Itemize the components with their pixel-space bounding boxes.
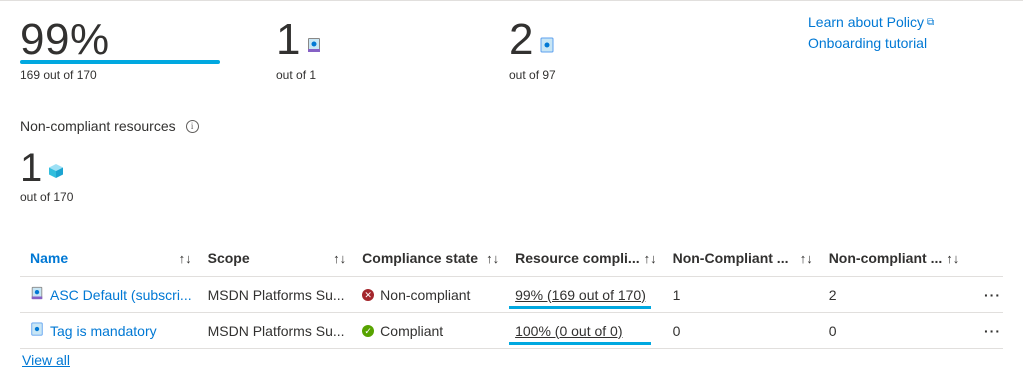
column-header-compliance-state[interactable]: Compliance state ↑↓ [352, 240, 506, 277]
overall-compliance-value: 99% [20, 15, 110, 64]
resource-compliance-value[interactable]: 99% (169 out of 170) [515, 287, 646, 303]
external-link-icon: ⧉ [926, 17, 935, 28]
overall-compliance-tile: 99% [20, 18, 110, 62]
compliance-table: Name ↑↓ Scope ↑↓ Compliance state ↑↓ Resour… [20, 240, 1003, 349]
sort-icon[interactable]: ↑↓ [486, 251, 499, 266]
table-row[interactable]: ASC Default (subscri... MSDN Platforms S… [20, 276, 1003, 313]
overall-compliance-bar [20, 60, 220, 64]
policies-value: 2 [509, 15, 534, 64]
help-links: Learn about Policy ⧉ Onboarding tutorial [808, 12, 934, 54]
noncompliant-sub: out of 170 [20, 190, 74, 204]
resource-compliance-value[interactable]: 100% (0 out of 0) [515, 323, 622, 339]
learn-about-policy-link[interactable]: Learn about Policy ⧉ [808, 12, 934, 33]
policies-tile: 2 out of 97 [509, 15, 556, 83]
cell-noncompliant-policies: 0 [818, 312, 966, 349]
learn-link-label: Learn about Policy [808, 14, 924, 30]
column-header-name[interactable]: Name ↑↓ [20, 240, 198, 277]
noncompliant-value: 1 [20, 146, 43, 190]
table-header-row: Name ↑↓ Scope ↑↓ Compliance state ↑↓ Resour… [20, 240, 1003, 277]
resource-compliance-bar [509, 306, 652, 309]
cell-noncompliant-policies: 2 [818, 276, 966, 313]
cell-scope: MSDN Platforms Su... [197, 276, 353, 313]
error-icon: ✕ [362, 288, 375, 301]
checkmark-icon: ✓ [362, 324, 375, 337]
view-all-link[interactable]: View all [22, 352, 70, 368]
row-name-link[interactable]: Tag is mandatory [50, 323, 157, 339]
more-actions-icon[interactable]: ··· [965, 276, 1003, 313]
column-header-scope[interactable]: Scope ↑↓ [197, 240, 353, 277]
assignments-sub: out of 1 [276, 68, 317, 82]
cell-compliance-state: ✕ Non-compliant [352, 276, 506, 313]
noncompliant-count: 1 [20, 148, 64, 188]
sort-icon[interactable]: ↑↓ [946, 251, 959, 266]
cell-scope: MSDN Platforms Su... [197, 312, 353, 349]
onboarding-tutorial-link[interactable]: Onboarding tutorial [808, 33, 934, 54]
overall-compliance-sub: 169 out of 170 [20, 68, 97, 82]
sort-icon[interactable]: ↑↓ [644, 251, 657, 266]
column-header-noncompliant-resources[interactable]: Non-Compliant ... ↑↓ [662, 240, 819, 277]
cell-compliance-state: ✓ Compliant [352, 312, 506, 349]
cell-resource-compliance[interactable]: 99% (169 out of 170) [505, 276, 663, 313]
resource-compliance-bar [509, 342, 652, 345]
assignment-icon [306, 37, 322, 58]
resource-cube-icon [48, 163, 64, 184]
cell-noncompliant-resources: 1 [662, 276, 819, 313]
noncompliant-label: Non-compliant resources [20, 118, 176, 134]
column-header-resource-compliance[interactable]: Resource compli... ↑↓ [505, 240, 663, 277]
info-icon[interactable]: i [185, 119, 199, 133]
more-actions-icon[interactable]: ··· [965, 312, 1003, 349]
state-label: Compliant [380, 322, 444, 339]
assignments-tile: 1 out of 1 [276, 18, 322, 82]
policies-sub: out of 97 [509, 68, 556, 82]
row-name-link[interactable]: ASC Default (subscri... [50, 287, 192, 303]
assignments-value: 1 [276, 15, 301, 64]
noncompliant-resources-heading: Non-compliant resources i [20, 118, 199, 134]
table-row[interactable]: Tag is mandatory MSDN Platforms Su... ✓ … [20, 312, 1003, 349]
sort-icon[interactable]: ↑↓ [800, 251, 813, 266]
cell-resource-compliance[interactable]: 100% (0 out of 0) [505, 312, 663, 349]
cell-noncompliant-resources: 0 [662, 312, 819, 349]
column-header-actions [965, 240, 1003, 277]
top-divider [0, 0, 1023, 7]
policy-icon [539, 37, 555, 58]
cell-name[interactable]: ASC Default (subscri... [20, 276, 198, 313]
sort-icon[interactable]: ↑↓ [333, 251, 346, 266]
state-label: Non-compliant [380, 286, 471, 303]
policy-icon [30, 322, 44, 339]
column-header-noncompliant-policies[interactable]: Non-compliant ... ↑↓ [818, 240, 966, 277]
initiative-icon [30, 286, 44, 303]
cell-name[interactable]: Tag is mandatory [20, 312, 198, 349]
sort-icon[interactable]: ↑↓ [179, 251, 192, 266]
